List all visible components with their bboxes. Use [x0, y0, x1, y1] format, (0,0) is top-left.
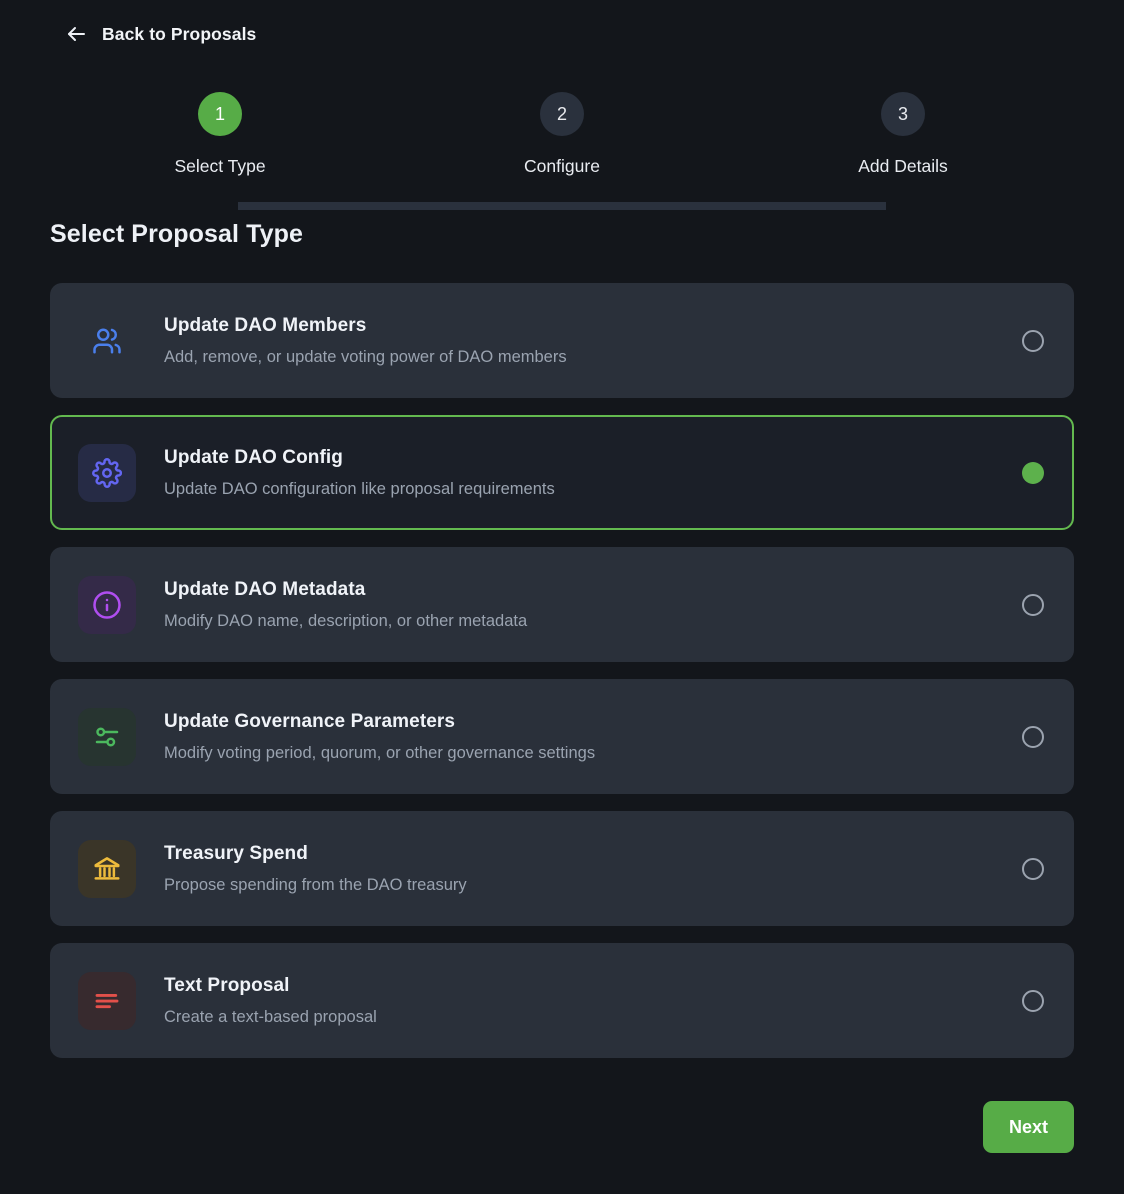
step-3-label: Add Details	[858, 156, 948, 176]
create-proposal-page: Back to Proposals 1 Select Type 2 Config…	[0, 0, 1124, 1194]
step-1[interactable]: 1 Select Type	[140, 92, 300, 177]
gear-icon-tile	[78, 443, 136, 502]
option-radio[interactable]	[1022, 329, 1044, 352]
proposal-type-option-update-dao-config[interactable]: Update DAO Config Update DAO configurati…	[50, 415, 1074, 530]
proposal-type-list: Update DAO Members Add, remove, or updat…	[50, 283, 1074, 1058]
wizard-stepper: 1 Select Type 2 Configure 3 Add Details	[0, 92, 1124, 210]
page-title: Select Proposal Type	[50, 220, 304, 248]
option-description: Update DAO configuration like proposal r…	[164, 479, 555, 498]
option-radio[interactable]	[1022, 593, 1044, 616]
option-radio[interactable]	[1022, 725, 1044, 748]
proposal-type-option-update-governance-parameters[interactable]: Update Governance Parameters Modify voti…	[50, 679, 1074, 794]
option-title: Update Governance Parameters	[164, 710, 456, 732]
step-1-circle: 1	[198, 92, 242, 136]
wizard-footer: Next	[50, 1101, 1074, 1153]
option-title: Update DAO Members	[164, 314, 367, 336]
card-text: Treasury Spend Propose spending from the…	[164, 842, 1022, 895]
card-text: Update Governance Parameters Modify voti…	[164, 710, 1022, 763]
step-2-circle: 2	[540, 92, 584, 136]
step-3[interactable]: 3 Add Details	[823, 92, 983, 177]
proposal-type-option-treasury-spend[interactable]: Treasury Spend Propose spending from the…	[50, 811, 1074, 926]
step-1-label: Select Type	[174, 156, 266, 176]
bank-icon	[94, 856, 120, 880]
option-description: Propose spending from the DAO treasury	[164, 875, 467, 894]
back-to-proposals-link[interactable]: Back to Proposals	[64, 22, 256, 46]
text-lines-icon	[95, 993, 119, 1008]
card-text: Text Proposal Create a text-based propos…	[164, 974, 1022, 1027]
option-title: Update DAO Metadata	[164, 578, 366, 600]
users-icon	[93, 328, 121, 353]
text-lines-icon-tile	[78, 971, 136, 1030]
option-radio-selected[interactable]	[1022, 461, 1044, 484]
stepper-track	[238, 202, 886, 210]
sliders-icon-tile	[78, 707, 136, 766]
step-2-label: Configure	[524, 156, 600, 176]
card-text: Update DAO Config Update DAO configurati…	[164, 446, 1022, 499]
proposal-type-option-update-dao-members[interactable]: Update DAO Members Add, remove, or updat…	[50, 283, 1074, 398]
step-3-circle: 3	[881, 92, 925, 136]
option-title: Update DAO Config	[164, 446, 344, 468]
option-description: Create a text-based proposal	[164, 1007, 377, 1026]
users-icon-tile	[78, 312, 136, 370]
card-text: Update DAO Metadata Modify DAO name, des…	[164, 578, 1022, 631]
option-radio[interactable]	[1022, 857, 1044, 880]
option-title: Treasury Spend	[164, 842, 308, 864]
option-description: Modify DAO name, description, or other m…	[164, 611, 528, 630]
back-link-label: Back to Proposals	[102, 23, 257, 44]
info-circle-icon	[93, 590, 121, 619]
arrow-left-icon	[64, 22, 88, 46]
option-title: Text Proposal	[164, 974, 290, 996]
bank-icon-tile	[78, 839, 136, 898]
option-description: Add, remove, or update voting power of D…	[164, 347, 567, 366]
info-circle-icon-tile	[78, 575, 136, 634]
gear-icon	[92, 457, 122, 488]
sliders-icon	[95, 727, 119, 746]
proposal-type-option-text-proposal[interactable]: Text Proposal Create a text-based propos…	[50, 943, 1074, 1058]
step-2[interactable]: 2 Configure	[482, 92, 642, 177]
next-button[interactable]: Next	[982, 1101, 1074, 1153]
option-radio[interactable]	[1022, 989, 1044, 1012]
option-description: Modify voting period, quorum, or other g…	[164, 743, 596, 762]
card-text: Update DAO Members Add, remove, or updat…	[164, 314, 1022, 367]
proposal-type-option-update-dao-metadata[interactable]: Update DAO Metadata Modify DAO name, des…	[50, 547, 1074, 662]
